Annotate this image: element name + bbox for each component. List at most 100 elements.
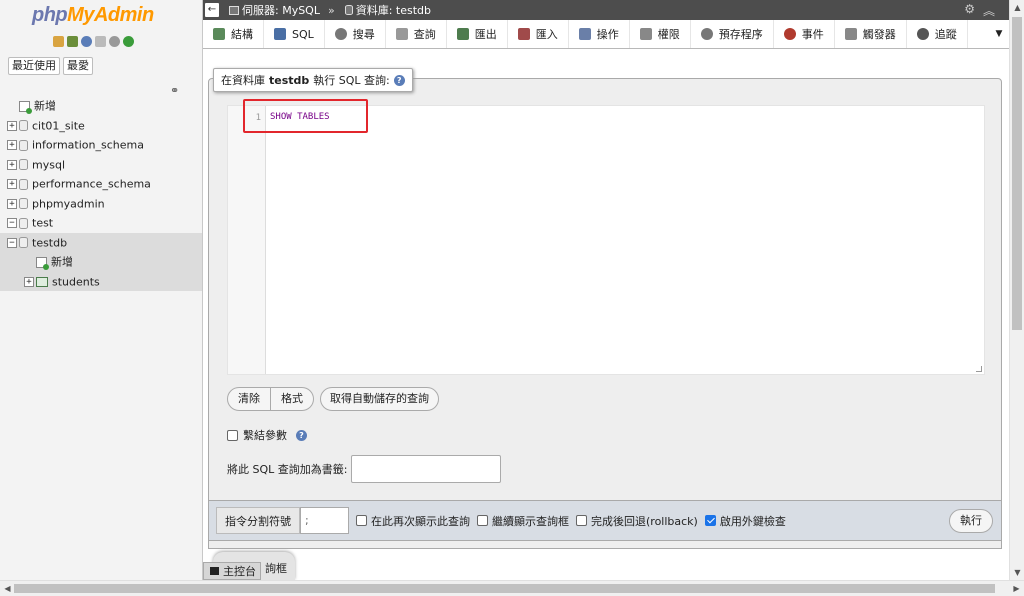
tab-privileges[interactable]: 權限 <box>630 20 691 48</box>
bind-parameters-row: 繫結參數 ? <box>227 427 307 443</box>
server-icon <box>229 5 239 15</box>
docs-icon[interactable] <box>95 36 106 47</box>
exit-icon[interactable] <box>67 36 78 47</box>
bind-parameters-checkbox[interactable] <box>227 429 238 441</box>
tree-item-students[interactable]: + students <box>0 271 202 291</box>
tab-export[interactable]: 匯出 <box>447 20 508 48</box>
expand-icon[interactable]: + <box>7 198 17 209</box>
tree-item-cit01-site[interactable]: + cit01_site <box>0 116 202 136</box>
routines-icon <box>700 28 713 40</box>
expand-icon[interactable]: + <box>7 140 17 150</box>
sql-icon <box>274 28 286 40</box>
checkbox-checked[interactable] <box>704 515 716 526</box>
option-retain-query-box[interactable]: 繼續顯示查詢框 <box>477 513 569 529</box>
tab-events[interactable]: 事件 <box>774 20 835 48</box>
console-icon <box>210 567 219 575</box>
tree-item-mysql[interactable]: + mysql <box>0 155 202 175</box>
help-icon[interactable] <box>81 36 92 47</box>
option-show-query-again[interactable]: 在此再次顯示此查詢 <box>356 513 470 529</box>
wrench-icon <box>578 28 591 40</box>
settings-icon[interactable] <box>109 36 120 47</box>
editor-gutter: 1 <box>228 106 266 374</box>
get-autosaved-query-button[interactable]: 取得自動儲存的查詢 <box>320 387 439 411</box>
horizontal-scroll-thumb[interactable] <box>14 584 995 593</box>
tab-tracking[interactable]: 追蹤 <box>907 20 968 48</box>
sql-editor[interactable]: 1 SHOW TABLES <box>227 105 985 375</box>
tab-sql[interactable]: SQL <box>264 20 325 48</box>
structure-icon <box>213 28 225 40</box>
back-arrow-icon[interactable]: ← <box>205 3 219 17</box>
collapse-icon[interactable]: − <box>7 237 17 248</box>
privileges-icon <box>639 28 652 40</box>
clear-button[interactable]: 清除 <box>227 387 271 411</box>
breadcrumb-bar: ← 伺服器: MySQL » 資料庫: testdb ⚙ ︽ <box>203 0 1009 20</box>
database-menu: 結構 SQL 搜尋 查詢 匯出 匯入 操作 權限 預存程序 事件 觸發器 追蹤 … <box>203 20 1009 49</box>
tab-import[interactable]: 匯入 <box>508 20 569 48</box>
option-rollback[interactable]: 完成後回退(rollback) <box>576 513 698 529</box>
navigation-panel: phpMyAdmin 最近使用 最愛 ⚭ 新增 + cit01_site + inf… <box>0 0 203 580</box>
tab-search[interactable]: 搜尋 <box>325 20 386 48</box>
search-icon <box>334 28 347 40</box>
phpmyadmin-logo[interactable]: phpMyAdmin <box>32 4 154 27</box>
scroll-left-icon[interactable]: ◀ <box>0 584 15 593</box>
database-icon <box>19 178 28 190</box>
tab-structure[interactable]: 結構 <box>203 20 264 48</box>
tree-item-information-schema[interactable]: + information_schema <box>0 135 202 155</box>
tree-item-test[interactable]: − test <box>0 213 202 233</box>
database-icon <box>19 198 28 209</box>
database-icon <box>19 237 28 248</box>
tab-triggers[interactable]: 觸發器 <box>835 20 907 48</box>
expand-icon[interactable]: + <box>7 179 17 189</box>
expand-icon[interactable]: + <box>24 276 34 287</box>
format-button[interactable]: 格式 <box>271 387 314 411</box>
reload-icon[interactable] <box>123 36 134 47</box>
help-icon[interactable]: ? <box>296 429 307 441</box>
vertical-scrollbar[interactable]: ▲ ▼ <box>1009 0 1024 580</box>
breadcrumb-server[interactable]: 伺服器: MySQL <box>229 2 320 18</box>
home-icon[interactable] <box>53 36 64 47</box>
delimiter-input[interactable]: ; <box>300 507 349 534</box>
new-db-icon <box>19 100 32 114</box>
tree-item-phpmyadmin[interactable]: + phpmyadmin <box>0 194 202 214</box>
resize-grip-icon[interactable] <box>976 366 982 372</box>
bind-parameters-label: 繫結參數 <box>243 429 287 442</box>
tree-expander <box>7 101 17 111</box>
import-icon <box>517 28 530 40</box>
triggers-icon <box>844 28 857 40</box>
main-content: 在資料庫 testdb 執行 SQL 查詢: ? 1 SHOW TABLES 清… <box>203 49 1009 580</box>
breadcrumb-database[interactable]: 資料庫: testdb <box>344 2 431 18</box>
option-foreign-key-checks[interactable]: 啟用外鍵檢查 <box>704 513 786 529</box>
new-table-icon <box>36 256 49 270</box>
recent-button[interactable]: 最近使用 <box>8 57 60 75</box>
scroll-up-icon[interactable]: ▲ <box>1010 3 1024 12</box>
scroll-right-icon[interactable]: ▶ <box>1009 584 1024 593</box>
checkbox[interactable] <box>356 515 367 526</box>
checkbox[interactable] <box>477 515 488 526</box>
horizontal-scrollbar[interactable]: ◀ ▶ <box>0 580 1024 596</box>
checkbox[interactable] <box>576 515 587 526</box>
favorites-button[interactable]: 最愛 <box>63 57 93 75</box>
console-toggle[interactable]: 主控台 <box>203 562 261 580</box>
tab-operations[interactable]: 操作 <box>569 20 630 48</box>
scroll-down-icon[interactable]: ▼ <box>1010 568 1024 577</box>
collapse-icon[interactable]: ︽ <box>983 2 995 19</box>
tab-routines[interactable]: 預存程序 <box>691 20 774 48</box>
tree-item-new-table[interactable]: 新增 <box>0 252 202 272</box>
tree-expander <box>24 257 34 267</box>
tree-item-testdb[interactable]: − testdb <box>0 232 202 252</box>
tree-item-performance-schema[interactable]: + performance_schema <box>0 174 202 194</box>
bookmark-input[interactable] <box>351 455 502 483</box>
execute-button[interactable]: 執行 <box>949 509 993 533</box>
expand-icon[interactable]: + <box>7 159 17 170</box>
gear-icon[interactable]: ⚙ <box>964 2 975 19</box>
more-tabs-chevron-icon[interactable]: ▼ <box>989 20 1009 48</box>
tab-query[interactable]: 查詢 <box>386 20 447 48</box>
tree-item-new[interactable]: 新增 <box>0 96 202 116</box>
nav-quick-icons <box>53 36 134 47</box>
help-icon[interactable]: ? <box>393 74 405 86</box>
collapse-icon[interactable]: − <box>7 218 17 228</box>
expand-icon[interactable]: + <box>7 120 17 131</box>
vertical-scroll-thumb[interactable] <box>1012 17 1022 330</box>
database-icon <box>344 5 353 15</box>
query-icon <box>395 28 408 40</box>
